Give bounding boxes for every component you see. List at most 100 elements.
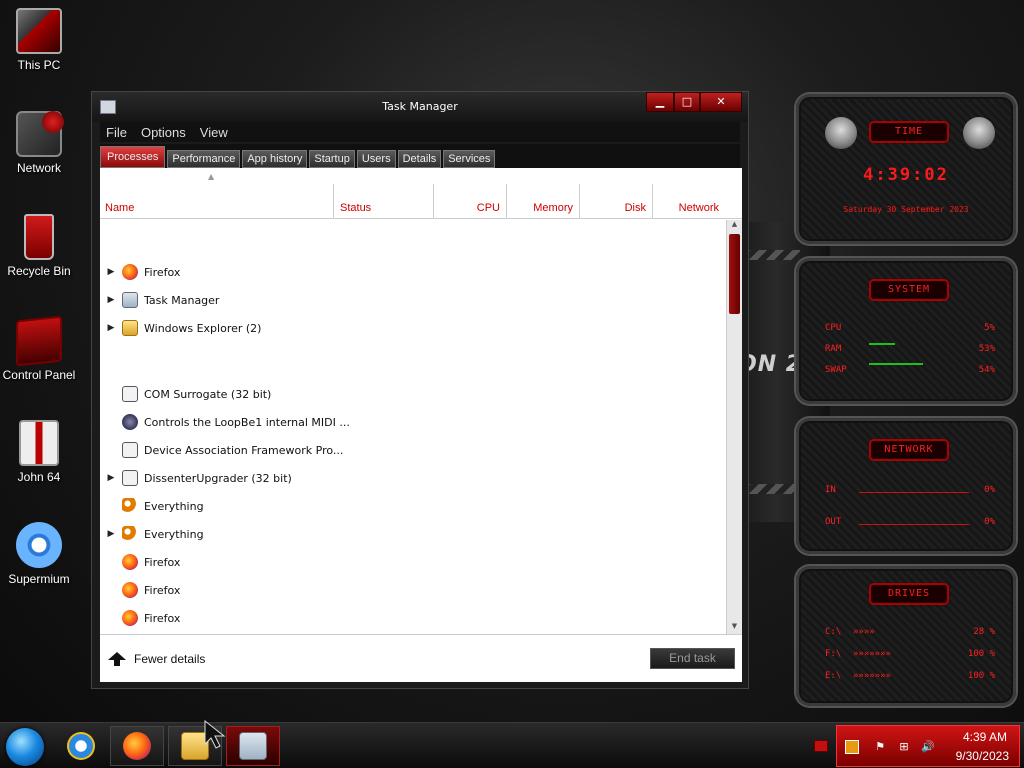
maximize-button[interactable]: □: [674, 92, 700, 112]
volume-icon[interactable]: 🔊: [921, 740, 935, 754]
supermium-browser-icon: [16, 522, 62, 568]
scroll-up-icon[interactable]: ▲: [727, 220, 742, 232]
menu-view[interactable]: View: [200, 125, 228, 140]
close-button[interactable]: ✕: [700, 92, 742, 112]
menu-file[interactable]: File: [106, 125, 127, 140]
tab-performance[interactable]: Performance: [167, 150, 241, 168]
internet-explorer-icon: [67, 732, 95, 760]
time-gadget[interactable]: TIME 4:39:02 Saturday 30 September 2023: [796, 94, 1016, 244]
table-row[interactable]: Firefox: [100, 604, 433, 632]
process-name: DissenterUpgrader (32 bit): [144, 471, 292, 485]
firefox-icon: [122, 610, 138, 626]
desktop-icon-recycle-bin[interactable]: Recycle Bin: [2, 214, 76, 278]
table-row[interactable]: Everything: [100, 492, 433, 520]
system-gadget[interactable]: SYSTEM CPU 5% RAM 53% SWAP 54%: [796, 258, 1016, 404]
table-row[interactable]: ▶ DissenterUpgrader (32 bit): [100, 464, 433, 492]
column-disk[interactable]: Disk: [579, 184, 652, 219]
scroll-down-icon[interactable]: ▼: [727, 622, 742, 634]
service-host-icon: [122, 386, 138, 402]
taskbar-clock-time[interactable]: 4:39 AM: [963, 730, 1007, 744]
show-hidden-icons-button[interactable]: [814, 740, 828, 752]
table-row[interactable]: Firefox: [100, 548, 433, 576]
drive-row-e: E:\»»»»»»» 100 %: [825, 671, 995, 681]
column-cpu[interactable]: CPU: [433, 184, 506, 219]
process-name: Firefox: [144, 611, 181, 625]
firefox-taskbar-button[interactable]: [110, 726, 164, 766]
column-memory[interactable]: Memory: [506, 184, 579, 219]
menu-options[interactable]: Options: [141, 125, 186, 140]
desktop-icon-label: This PC: [17, 58, 61, 72]
table-row[interactable]: Firefox: [100, 576, 433, 604]
table-row[interactable]: Device Association Framework Pro...: [100, 436, 433, 464]
firefox-icon: [122, 264, 138, 280]
desktop-icon-label: Control Panel: [2, 368, 76, 382]
tab-users[interactable]: Users: [356, 150, 396, 168]
desktop-icon-label: John 64: [17, 470, 61, 484]
service-host-icon: [122, 442, 138, 458]
column-network[interactable]: Network: [652, 184, 725, 219]
tab-processes[interactable]: Processes: [100, 146, 166, 168]
wallpaper-stripe: [742, 250, 800, 260]
process-name: Firefox: [144, 583, 181, 597]
process-list: ▶ Firefox ▶ Task Manager ▶ Windows Explorer…: [100, 220, 726, 634]
table-row[interactable]: Controls the LoopBe1 internal MIDI ...: [100, 408, 433, 436]
window-controls: ▁ □ ✕: [646, 92, 742, 112]
column-name[interactable]: Name: [100, 184, 333, 219]
processes-panel: ▲ Name Status CPU Memory Disk Network ▶ F…: [100, 168, 742, 682]
tab-strip: Processes Performance App history Startu…: [100, 144, 740, 168]
expand-arrow-icon[interactable]: ▶: [100, 267, 122, 277]
table-row[interactable]: ▶ Firefox: [100, 258, 433, 286]
taskbar-clock-date[interactable]: 9/30/2023: [956, 749, 1009, 763]
system-swap-row: SWAP 54%: [825, 365, 995, 375]
title-bar[interactable]: Task Manager ▁ □ ✕: [92, 92, 748, 122]
everything-search-icon: [122, 526, 138, 542]
ram-usage-bar: [869, 343, 895, 345]
expand-arrow-icon[interactable]: ▶: [100, 323, 122, 333]
expand-arrow-icon[interactable]: ▶: [100, 473, 122, 483]
end-task-button[interactable]: End task: [650, 648, 735, 669]
gadget-title: TIME: [869, 121, 949, 143]
footer-bar: Fewer details End task: [100, 634, 742, 682]
table-row[interactable]: ▶ Task Manager: [100, 286, 433, 314]
system-ram-row: RAM 53%: [825, 344, 995, 354]
tab-startup[interactable]: Startup: [309, 150, 355, 168]
task-manager-window[interactable]: Task Manager ▁ □ ✕ File Options View Pro…: [91, 91, 749, 689]
start-orb-icon[interactable]: [6, 728, 44, 766]
table-row[interactable]: ▶ Windows Explorer (2): [100, 314, 433, 342]
table-row[interactable]: ▶ Everything: [100, 520, 433, 548]
network-icon: [16, 111, 64, 157]
expand-arrow-icon[interactable]: ▶: [100, 529, 122, 539]
desktop-icon-network[interactable]: Network: [2, 111, 76, 175]
desktop-icon-john-64[interactable]: John 64: [2, 420, 76, 484]
alien-logo-icon: [825, 117, 857, 149]
scrollbar-thumb[interactable]: [729, 234, 740, 314]
action-center-flag-icon[interactable]: ⚑: [873, 740, 887, 754]
drives-gadget[interactable]: DRIVES C:\»»»» 28 % F:\»»»»»»» 100 % E:\»»…: [796, 566, 1016, 706]
process-name: Windows Explorer (2): [144, 321, 262, 335]
desktop-icon-control-panel[interactable]: Control Panel: [2, 315, 76, 382]
expand-arrow-icon[interactable]: ▶: [100, 295, 122, 305]
desktop-icon-this-pc[interactable]: This PC: [2, 8, 76, 72]
menu-bar: File Options View: [100, 122, 740, 142]
internet-explorer-button[interactable]: [54, 726, 108, 766]
process-name: COM Surrogate (32 bit): [144, 387, 272, 401]
tray-app-icon[interactable]: [845, 740, 859, 754]
swap-usage-bar: [869, 363, 923, 365]
task-manager-taskbar-button[interactable]: [226, 726, 280, 766]
network-gadget[interactable]: NETWORK IN 0% OUT 0%: [796, 418, 1016, 554]
gadget-title: SYSTEM: [869, 279, 949, 301]
tab-details[interactable]: Details: [397, 150, 442, 168]
wallpaper-stripe: [742, 484, 800, 494]
fewer-details-button[interactable]: Fewer details: [108, 652, 205, 666]
desktop-icon-supermium[interactable]: Supermium: [2, 522, 76, 586]
column-status[interactable]: Status: [333, 184, 433, 219]
tab-services[interactable]: Services: [443, 150, 496, 168]
network-tray-icon[interactable]: ⊞: [897, 740, 911, 754]
windows-explorer-icon: [122, 320, 138, 336]
column-header-row: ▲ Name Status CPU Memory Disk Network: [100, 168, 742, 219]
tab-app-history[interactable]: App history: [242, 150, 308, 168]
vertical-scrollbar[interactable]: ▲ ▼: [726, 220, 742, 634]
minimize-button[interactable]: ▁: [646, 92, 674, 112]
table-row[interactable]: COM Surrogate (32 bit): [100, 380, 433, 408]
firefox-icon: [122, 554, 138, 570]
